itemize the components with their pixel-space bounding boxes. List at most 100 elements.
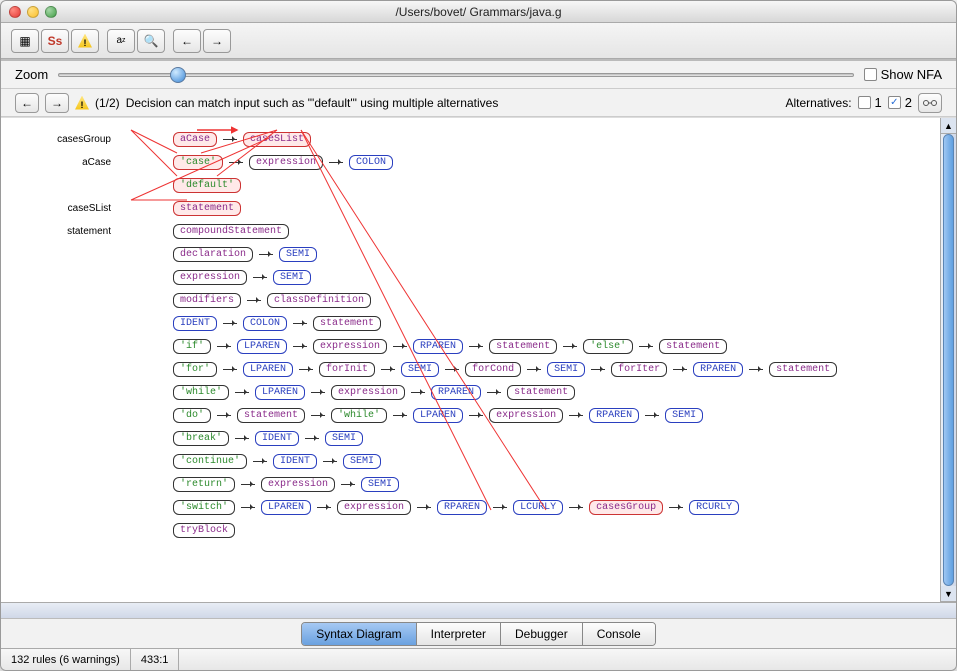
diagram-node[interactable]: expression — [337, 500, 411, 515]
diagram-node[interactable]: 'case' — [173, 155, 223, 170]
diagram-node[interactable]: statement — [489, 339, 557, 354]
tab-interpreter[interactable]: Interpreter — [417, 623, 501, 645]
horizontal-scrollbar[interactable] — [1, 602, 956, 618]
tab-debugger[interactable]: Debugger — [501, 623, 583, 645]
diagram-node[interactable]: LPAREN — [237, 339, 287, 354]
sort-icon[interactable]: az — [107, 29, 135, 53]
diagram-node[interactable]: forIter — [611, 362, 667, 377]
diagram-row: 'return' expression SEMI — [11, 473, 837, 495]
diagram-node[interactable]: caseSList — [243, 132, 311, 147]
rule-label: aCase — [11, 157, 111, 168]
diagram-node[interactable]: forCond — [465, 362, 521, 377]
diagram-node[interactable]: SEMI — [547, 362, 585, 377]
diagram-node[interactable]: RPAREN — [437, 500, 487, 515]
zoom-slider-thumb[interactable] — [170, 67, 186, 83]
diagram-node[interactable]: LCURLY — [513, 500, 563, 515]
diagram-node[interactable]: LPAREN — [413, 408, 463, 423]
diagram-node[interactable]: IDENT — [273, 454, 317, 469]
diagram-node[interactable]: statement — [313, 316, 381, 331]
diagram-node[interactable]: 'do' — [173, 408, 211, 423]
diagram-node[interactable]: 'for' — [173, 362, 217, 377]
diagram-node[interactable]: tryBlock — [173, 523, 235, 538]
next-msg-button[interactable]: → — [45, 93, 69, 113]
diagram-node[interactable]: 'while' — [331, 408, 387, 423]
diagram-node[interactable]: RPAREN — [589, 408, 639, 423]
diagram-node[interactable]: IDENT — [173, 316, 217, 331]
diagram-node[interactable]: expression — [249, 155, 323, 170]
diagram-node[interactable]: 'return' — [173, 477, 235, 492]
diagram-node[interactable]: LPAREN — [261, 500, 311, 515]
diagram-node[interactable]: 'else' — [583, 339, 633, 354]
diagram-node[interactable]: SEMI — [665, 408, 703, 423]
diagram-node[interactable]: SEMI — [401, 362, 439, 377]
diagram-node[interactable]: forInit — [319, 362, 375, 377]
checkbox-icon: ✓ — [888, 96, 901, 109]
diagram-node[interactable]: COLON — [243, 316, 287, 331]
diagram-node[interactable]: RPAREN — [413, 339, 463, 354]
syntax-diagram: casesGroup aCase caseSList aCase 'case' expre… — [11, 128, 837, 542]
alt1-checkbox[interactable]: 1 — [858, 95, 882, 110]
alt2-checkbox[interactable]: ✓ 2 — [888, 95, 912, 110]
tab-syntax-diagram[interactable]: Syntax Diagram — [302, 623, 416, 645]
warning-icon[interactable]: ! — [71, 29, 99, 53]
back-icon[interactable]: ← — [173, 29, 201, 53]
diagram-node[interactable]: RPAREN — [431, 385, 481, 400]
diagram-node[interactable]: SEMI — [279, 247, 317, 262]
connector-arrow — [469, 346, 483, 347]
diagram-node[interactable]: LPAREN — [255, 385, 305, 400]
diagram-node[interactable]: expression — [313, 339, 387, 354]
diagram-node[interactable]: statement — [507, 385, 575, 400]
diagram-node[interactable]: IDENT — [255, 431, 299, 446]
diagram-node[interactable]: statement — [173, 201, 241, 216]
diagram-node[interactable]: compoundStatement — [173, 224, 289, 239]
connector-arrow — [445, 369, 459, 370]
diagram-viewport[interactable]: casesGroup aCase caseSList aCase 'case' expre… — [1, 118, 940, 602]
diagram-node[interactable]: expression — [173, 270, 247, 285]
diagram-node[interactable]: aCase — [173, 132, 217, 147]
diagram-node[interactable]: statement — [237, 408, 305, 423]
diagram-node[interactable]: statement — [659, 339, 727, 354]
zoom-slider[interactable] — [58, 73, 853, 77]
diagram-node[interactable]: classDefinition — [267, 293, 371, 308]
diagram-node[interactable]: modifiers — [173, 293, 241, 308]
diagram-node[interactable]: 'default' — [173, 178, 241, 193]
rules-icon[interactable]: ▦ — [11, 29, 39, 53]
search-icon[interactable]: 🔍 — [137, 29, 165, 53]
forward-icon[interactable]: → — [203, 29, 231, 53]
diagram-node[interactable]: casesGroup — [589, 500, 663, 515]
vertical-scrollbar[interactable]: ▲ ▼ — [940, 118, 956, 602]
diagram-node[interactable]: SEMI — [343, 454, 381, 469]
zoom-bar: Zoom Show NFA — [1, 61, 956, 89]
diagram-node[interactable]: expression — [331, 385, 405, 400]
syntax-icon[interactable]: Ss — [41, 29, 69, 53]
diagram-node[interactable]: RCURLY — [689, 500, 739, 515]
prev-msg-button[interactable]: ← — [15, 93, 39, 113]
warning-icon: ! — [75, 96, 89, 110]
connector-arrow — [217, 415, 231, 416]
connector-arrow — [241, 507, 255, 508]
show-nfa-checkbox[interactable]: Show NFA — [864, 67, 942, 82]
diagram-node[interactable]: expression — [489, 408, 563, 423]
diagram-node[interactable]: declaration — [173, 247, 253, 262]
connector-arrow — [235, 438, 249, 439]
scrollbar-thumb[interactable] — [943, 134, 954, 586]
graph-link-button[interactable] — [918, 93, 942, 113]
diagram-node[interactable]: 'while' — [173, 385, 229, 400]
diagram-node[interactable]: 'if' — [173, 339, 211, 354]
diagram-node[interactable]: expression — [261, 477, 335, 492]
diagram-row: caseSListstatement — [11, 197, 837, 219]
diagram-node[interactable]: SEMI — [325, 431, 363, 446]
diagram-node[interactable]: COLON — [349, 155, 393, 170]
scroll-down-icon[interactable]: ▼ — [941, 586, 956, 602]
diagram-node[interactable]: SEMI — [361, 477, 399, 492]
diagram-node[interactable]: 'continue' — [173, 454, 247, 469]
scroll-up-icon[interactable]: ▲ — [941, 118, 956, 134]
diagram-node[interactable]: SEMI — [273, 270, 311, 285]
diagram-node[interactable]: statement — [769, 362, 837, 377]
diagram-node[interactable]: LPAREN — [243, 362, 293, 377]
diagram-node[interactable]: 'break' — [173, 431, 229, 446]
connector-arrow — [329, 162, 343, 163]
diagram-node[interactable]: 'switch' — [173, 500, 235, 515]
diagram-node[interactable]: RPAREN — [693, 362, 743, 377]
tab-console[interactable]: Console — [583, 623, 655, 645]
